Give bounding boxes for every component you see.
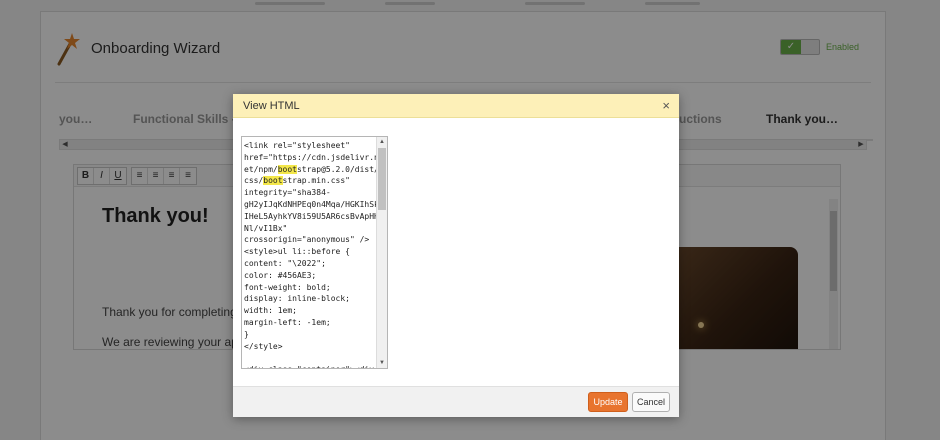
dialog-header: View HTML × <box>233 94 679 118</box>
scroll-up-icon[interactable]: ▲ <box>377 137 387 147</box>
search-highlight: boot <box>277 164 297 174</box>
cancel-button[interactable]: Cancel <box>632 392 670 412</box>
dialog-title: View HTML <box>243 100 300 112</box>
html-code-textarea[interactable]: <link rel="stylesheet" href="https://cdn… <box>241 136 388 369</box>
html-code: <link rel="stylesheet" href="https://cdn… <box>244 141 379 368</box>
update-button[interactable]: Update <box>588 392 628 412</box>
dialog-body: <link rel="stylesheet" href="https://cdn… <box>233 118 679 386</box>
scrollbar-thumb[interactable] <box>378 148 386 210</box>
code-scrollbar[interactable]: ▲ ▼ <box>376 137 387 368</box>
dialog-footer: Update Cancel <box>233 386 679 417</box>
close-icon[interactable]: × <box>662 98 670 113</box>
scroll-down-icon[interactable]: ▼ <box>377 358 387 368</box>
search-highlight: boot <box>263 176 283 186</box>
view-html-dialog: View HTML × <link rel="stylesheet" href=… <box>233 94 679 417</box>
